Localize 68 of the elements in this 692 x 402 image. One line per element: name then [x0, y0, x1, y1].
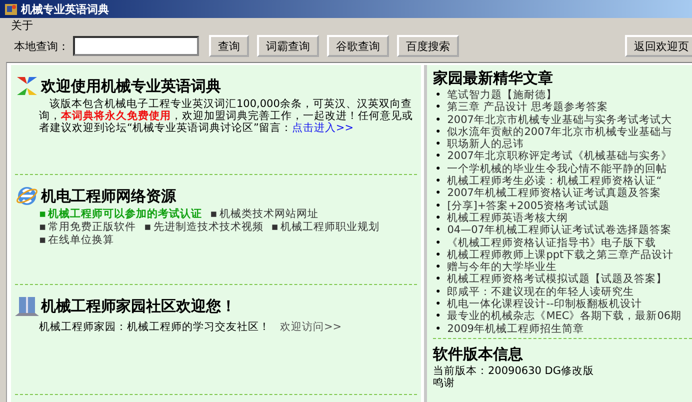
article-link[interactable]: 2009年机械工程师招生简章 — [447, 322, 584, 335]
bullet: • — [435, 200, 442, 212]
bullet: • — [435, 101, 442, 114]
article-link[interactable]: 似水流年贡献的2007年北京市机械专业基础与 — [447, 126, 672, 138]
article-link[interactable]: 职场新人的忌讳 — [447, 138, 524, 150]
intro-paragraph: 该版本包含机械电子工程专业英汉词汇100,000余条，可英汉、汉英双向查询，本词典将永久免费使用，欢迎加盟词典完善工作，一起改进！任何意见或者建议欢迎到论坛“机械专业英语词典讨论区”留言：点击进入>> — [39, 98, 414, 134]
bullet: • — [435, 138, 442, 150]
bullet: • — [435, 224, 442, 237]
article-link[interactable]: 2007年北京市机械专业基础与实务考试考试大 — [447, 114, 672, 126]
article-link[interactable]: [分享]+答案+2005资格考试试题 — [447, 200, 610, 212]
bullet: • — [435, 150, 442, 163]
menu-item[interactable]: 关于 — [11, 18, 33, 33]
bullet: • — [435, 236, 442, 249]
bullet: • — [435, 114, 442, 126]
bullet: • — [435, 187, 442, 200]
section-title: 欢迎使用机械专业英语词典 — [41, 76, 221, 96]
bullet: • — [435, 175, 442, 188]
article-link[interactable]: 赠与今年的大学毕业生 — [447, 261, 558, 274]
bullet: • — [435, 322, 442, 335]
version-text: 当前版本：20090630 DG修改版 — [433, 364, 596, 377]
resource-link[interactable]: ▪ 在线单位换算 — [39, 234, 114, 246]
article-link[interactable]: 第三章 产品设计 思考题参考答案 — [447, 101, 608, 114]
search-label: 本地查询： — [14, 38, 69, 54]
article-link[interactable]: 一个学机械的毕业生令我心情不能平静的回帖 — [447, 162, 668, 176]
bullet: • — [435, 212, 442, 224]
globe-e-icon — [15, 184, 39, 208]
article-link[interactable]: 机电一体化课程设计--印制板翻板机设计 — [447, 298, 642, 310]
version-title: 软件版本信息 — [433, 344, 524, 365]
resource-link[interactable]: ▪ 机械类技术网站网址 — [210, 208, 318, 220]
article-link[interactable]: 04—07年机械工程师认证考试试卷选择题答案 — [447, 224, 672, 237]
resource-link[interactable]: ▪ 先进制造技术技术视频 — [144, 221, 264, 233]
article-link[interactable]: 笔试智力题【施耐德】 — [447, 89, 558, 102]
back-button[interactable]: 返回欢迎页 — [625, 35, 692, 57]
bullet: • — [435, 298, 442, 310]
search-button[interactable]: 百度搜索 — [397, 35, 459, 57]
search-button[interactable]: 查询 — [209, 35, 249, 57]
resource-link[interactable]: ▪ 常用免费正版软件 — [39, 221, 136, 233]
version-text: 鸣谢 — [433, 376, 456, 389]
article-link[interactable]: 最专业的机械杂志《MEC》各期下载，最新06期 — [447, 310, 682, 323]
bullet: • — [435, 286, 442, 298]
article-link[interactable]: 2007年北京职称评定考试《机械基础与实务》 — [447, 150, 672, 163]
window-title: 机械专业英语词典 — [21, 2, 109, 16]
app-icon — [4, 2, 18, 16]
resource-link[interactable]: ▪ 机械工程师职业规划 — [271, 221, 380, 233]
enter-link[interactable]: 点击进入>> — [292, 122, 354, 134]
bullet: • — [435, 248, 442, 262]
section-title: 机械工程师家园社区欢迎您！ — [41, 296, 236, 316]
bullet: • — [435, 310, 442, 323]
bullet: • — [435, 162, 442, 176]
bullet: • — [435, 261, 442, 274]
search-field[interactable] — [73, 36, 199, 56]
article-link[interactable]: 机械工程师教师上课ppt下载之第三章产品设计 — [447, 248, 674, 262]
bullet: • — [435, 89, 442, 102]
article-link[interactable]: 机械工程师考生必读：机械工程师资格认证“ — [447, 175, 662, 188]
visit-link[interactable]: 欢迎访问>> — [280, 320, 342, 334]
article-link[interactable]: 《机械工程师资格认证指导书》电子版下载 — [447, 236, 656, 249]
article-link[interactable]: 郎咸平：不建议现在的年轻人读研究生 — [447, 286, 634, 298]
article-link[interactable]: 2007年机械工程师资格认证考试真题及答案 — [447, 187, 661, 200]
bullet: • — [435, 273, 442, 286]
search-button[interactable]: 词霸查询 — [257, 35, 319, 57]
bullet: • — [435, 126, 442, 138]
colorful-logo-icon — [15, 74, 39, 98]
search-button[interactable]: 谷歌查询 — [327, 35, 389, 57]
articles-title: 家园最新精华文章 — [433, 68, 554, 89]
article-link[interactable]: 机械工程师英语考核大纲 — [447, 212, 568, 224]
community-text: 机械工程师家园：机械工程师的学习交友社区！ — [39, 320, 270, 334]
section-title: 机电工程师网络资源 — [41, 186, 176, 206]
article-link[interactable]: 机械工程师资格考试模拟试题【试题及答案】 — [447, 273, 668, 286]
